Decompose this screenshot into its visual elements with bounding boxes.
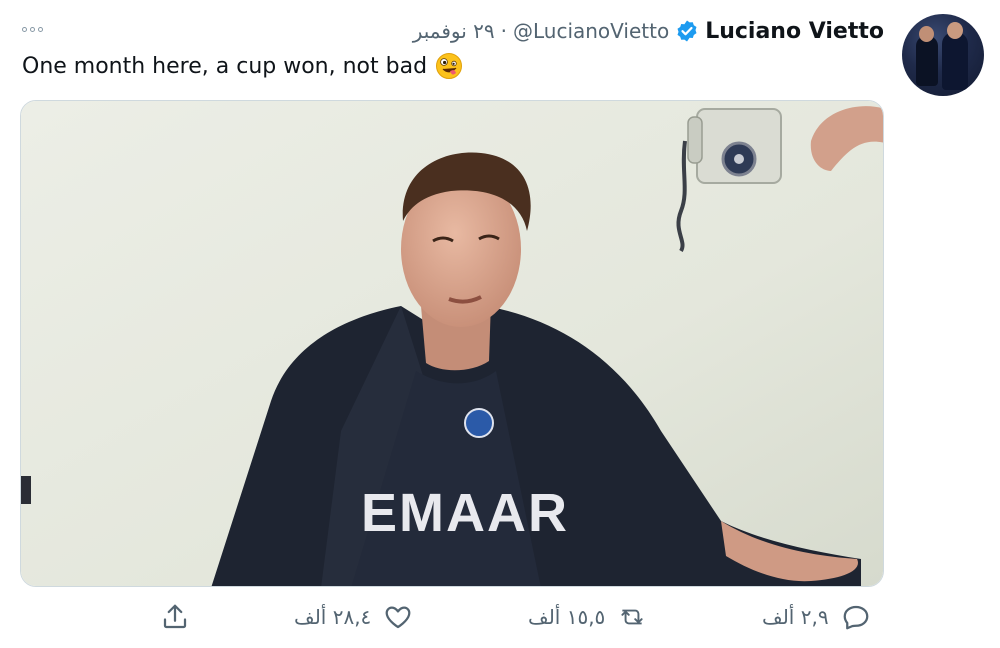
- more-options-icon[interactable]: [22, 22, 50, 36]
- jersey-sponsor-text: EMAAR: [361, 483, 569, 543]
- tweet-body: One month here, a cup won, not bad: [22, 53, 428, 79]
- share-button[interactable]: [160, 602, 190, 632]
- reply-button[interactable]: ٢,٩ ألف: [762, 602, 871, 632]
- share-icon: [163, 604, 187, 629]
- avatar[interactable]: [902, 14, 984, 96]
- like-count: ٢٨,٤ ألف: [294, 605, 372, 629]
- user-handle[interactable]: @LucianoVietto: [513, 19, 669, 43]
- retweet-button[interactable]: ١٥,٥ ألف: [528, 602, 647, 632]
- display-name[interactable]: Luciano Vietto: [705, 19, 884, 44]
- tweet-photo[interactable]: EMAAR: [20, 100, 884, 587]
- photo-illustration: EMAAR: [21, 101, 883, 586]
- zany-face-emoji-icon: [436, 53, 463, 79]
- like-button[interactable]: ٢٨,٤ ألف: [294, 602, 413, 632]
- retweet-count: ١٥,٥ ألف: [528, 605, 606, 629]
- tweet-actions: ٢٨,٤ ألف ١٥,٥ ألف ٢,٩ ألف: [0, 600, 1000, 644]
- retweet-icon: [621, 609, 643, 625]
- reply-icon: [843, 605, 868, 630]
- separator-dot: ·: [500, 19, 507, 43]
- verified-badge-icon: [677, 20, 697, 42]
- heart-icon: [385, 606, 411, 629]
- tweet-date[interactable]: ٢٩ نوفمبر: [413, 19, 495, 43]
- tweet-header: ٢٩ نوفمبر · @LucianoVietto Luciano Viett…: [413, 16, 884, 46]
- reply-count: ٢,٩ ألف: [762, 605, 829, 629]
- tweet-text: One month here, a cup won, not bad: [22, 52, 463, 80]
